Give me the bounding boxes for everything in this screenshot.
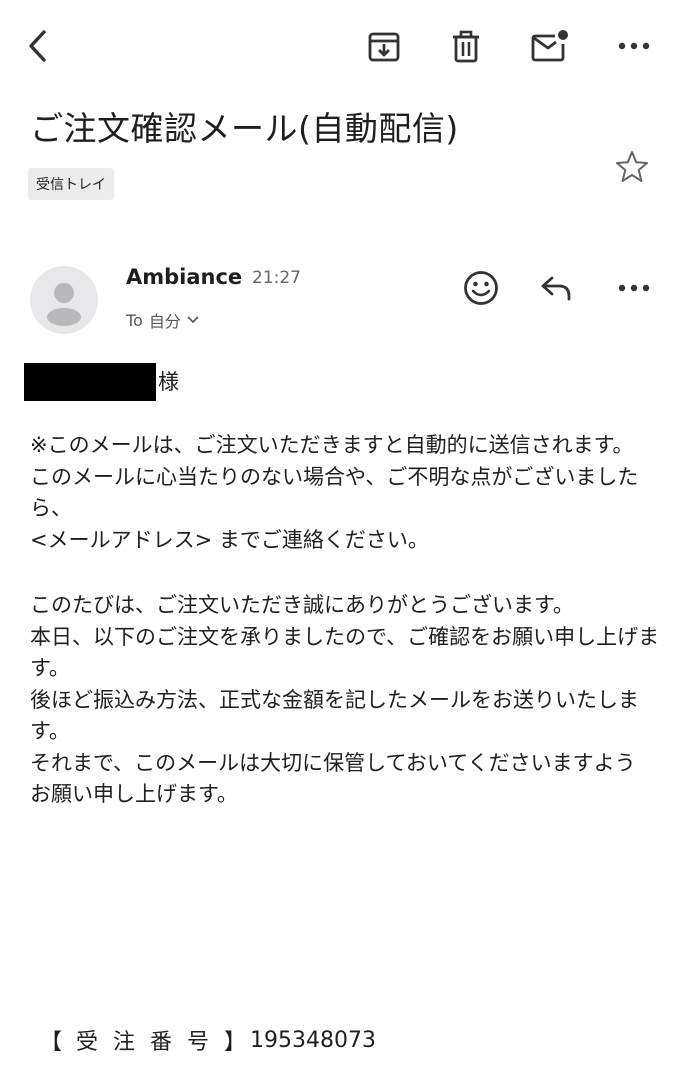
body-line: このメールに心当たりのない場合や、ご不明な点がございましたら、: [30, 464, 639, 521]
reply-button[interactable]: [533, 264, 581, 312]
star-button[interactable]: [613, 148, 651, 190]
order-number-label: 受注番号: [76, 1030, 225, 1055]
to-prefix: To: [126, 310, 143, 330]
reply-icon: [541, 276, 571, 301]
inbox-label-chip[interactable]: 受信トレイ: [28, 168, 114, 200]
trash-icon: [453, 30, 479, 63]
mark-unread-icon: [531, 30, 568, 62]
email-time: 21:27: [252, 268, 301, 288]
person-icon: [47, 283, 81, 326]
back-button[interactable]: [14, 22, 62, 70]
body-line: ※このメールは、ご注文いただきますと自動的に送信されます。: [30, 433, 634, 457]
body-line: <メールアドレス> までご連絡ください。: [30, 527, 429, 552]
mark-unread-button[interactable]: [525, 22, 573, 70]
star-icon: [616, 151, 648, 182]
order-number-line: 【 受注番号 】 195348073: [40, 1024, 376, 1056]
order-number-value: 195348073: [250, 1027, 377, 1053]
add-reaction-button[interactable]: [457, 264, 505, 312]
sender-avatar[interactable]: [30, 266, 98, 334]
chevron-down-icon: [187, 316, 199, 324]
message-more-options-button[interactable]: [610, 264, 658, 312]
sender-name[interactable]: Ambiance: [126, 265, 242, 289]
email-subject: ご注文確認メール(自動配信): [30, 109, 459, 148]
body-line: 後ほど振込み方法、正式な金額を記したメールをお送りいたします。: [30, 687, 639, 744]
delete-button[interactable]: [442, 22, 490, 70]
archive-icon: [368, 32, 400, 62]
archive-button[interactable]: [360, 22, 408, 70]
chevron-left-icon: [29, 30, 46, 62]
to-value: 自分: [148, 312, 181, 331]
body-line: このたびは、ご注文いただき誠にありがとうございます。: [30, 593, 574, 617]
emoji-icon: [464, 271, 498, 305]
order-bracket-close: 】: [224, 1030, 247, 1055]
body-line: それまで、このメールは大切に保管しておいてくださいますよう: [30, 750, 636, 775]
more-horizontal-icon: [618, 42, 650, 50]
salutation-suffix: 様: [158, 370, 179, 394]
more-horizontal-icon: [618, 284, 650, 292]
order-bracket-open: 【: [40, 1030, 63, 1055]
more-options-button[interactable]: [610, 22, 658, 70]
email-body: ※このメールは、ご注文いただきますと自動的に送信されます。 このメールに心当たり…: [30, 430, 660, 811]
redacted-name: [24, 363, 156, 401]
body-line: 本日、以下のご注文を承りましたので、ご確認をお願い申し上げます。: [30, 624, 660, 681]
body-line: お願い申し上げます。: [30, 782, 238, 806]
recipient-details-toggle[interactable]: To 自分: [126, 308, 199, 332]
